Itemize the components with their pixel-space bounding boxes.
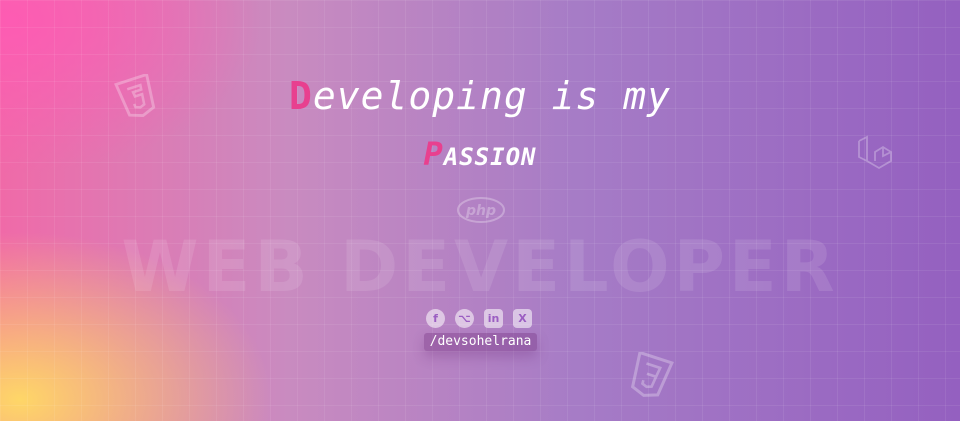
username-handle[interactable]: /devsohelrana xyxy=(424,333,537,351)
subline-initial: P xyxy=(423,135,444,173)
web-developer-watermark: WEB DEVELOPER xyxy=(121,226,839,308)
headline: Developing is my xyxy=(0,74,960,118)
headline-initial: D xyxy=(288,74,313,118)
php-logo-icon: php xyxy=(457,197,505,223)
social-links: f ⌥ in X xyxy=(426,309,532,328)
subline-text: ASSION xyxy=(443,143,537,171)
github-icon[interactable]: ⌥ xyxy=(455,309,474,328)
subline: PASSION xyxy=(0,135,960,173)
banner: php WEB DEVELOPER Developing is my PASSI… xyxy=(0,0,960,421)
linkedin-icon[interactable]: in xyxy=(484,309,503,328)
css3-logo-icon xyxy=(630,352,674,397)
headline-text: eveloping is my xyxy=(312,74,672,118)
x-twitter-icon[interactable]: X xyxy=(513,309,532,328)
facebook-icon[interactable]: f xyxy=(426,309,445,328)
php-logo-text: php xyxy=(465,203,496,219)
